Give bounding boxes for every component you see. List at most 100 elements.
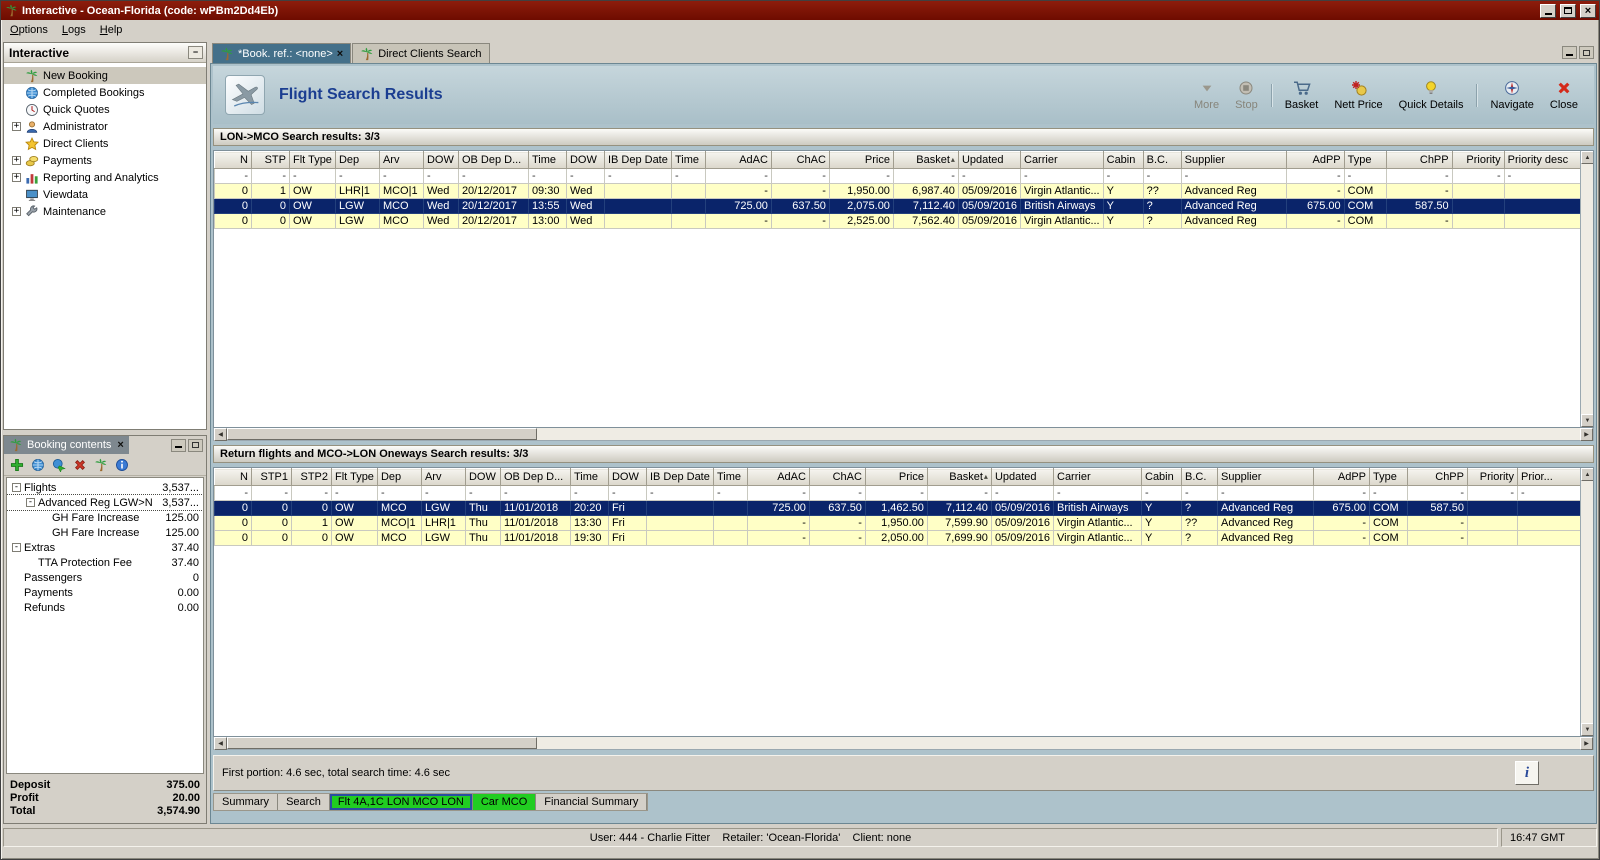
bottom-tab-financial-summary[interactable]: Financial Summary (536, 794, 648, 810)
horizontal-scrollbar[interactable]: ◀ ▶ (213, 428, 1594, 441)
navigate-button[interactable]: Navigate (1482, 78, 1541, 113)
column-header-type[interactable]: Type (1343, 151, 1387, 169)
column-header-n[interactable]: N (214, 151, 252, 169)
column-header-cabin[interactable]: Cabin (1102, 151, 1144, 169)
column-header-time[interactable]: Time (527, 151, 567, 169)
scroll-up-icon[interactable]: ▲ (1581, 151, 1593, 164)
column-header-chac[interactable]: ChAC (770, 151, 830, 169)
column-header-ib-dep-date[interactable]: IB Dep Date (645, 468, 714, 486)
mdi-minimize-button[interactable] (1562, 46, 1577, 59)
info-button[interactable] (115, 458, 129, 472)
nett-price-button[interactable]: Nett Price (1326, 78, 1390, 113)
column-header-updated[interactable]: Updated (957, 151, 1022, 169)
column-header-stp[interactable]: STP (251, 151, 290, 169)
column-header-basket[interactable]: Basket▴ (926, 468, 992, 486)
close-panel-icon[interactable]: × (117, 439, 123, 451)
column-header-stp1[interactable]: STP1 (251, 468, 292, 486)
transfer-button[interactable] (52, 458, 66, 472)
menu-logs[interactable]: Logs (55, 22, 93, 38)
scroll-left-icon[interactable]: ◀ (214, 737, 227, 750)
scroll-right-icon[interactable]: ▶ (1580, 737, 1593, 750)
column-header-dow[interactable]: DOW (607, 468, 647, 486)
column-header-priority-desc[interactable]: Priority desc (1503, 151, 1593, 169)
booking-tree-item-tta-protection-fee[interactable]: TTA Protection Fee 37.40 (7, 555, 203, 570)
vertical-scrollbar[interactable]: ▲ ▼ (1580, 468, 1593, 736)
result-row[interactable]: 0 1 OW LHR|1 MCO|1 Wed 20/12/2017 09:30 Wed - -1,9… (214, 183, 1593, 199)
column-header-carrier[interactable]: Carrier (1053, 468, 1142, 486)
expand-icon[interactable]: + (12, 173, 21, 182)
scroll-down-icon[interactable]: ▼ (1581, 723, 1593, 736)
sidebar-item-quick-quotes[interactable]: Quick Quotes (4, 101, 206, 118)
collapse-icon[interactable]: - (12, 543, 21, 552)
sidebar-item-reporting-and-analytics[interactable]: + Reporting and Analytics (4, 169, 206, 186)
sidebar-item-administrator[interactable]: + Administrator (4, 118, 206, 135)
column-header-time[interactable]: Time (670, 151, 706, 169)
column-header-dow[interactable]: DOW (422, 151, 459, 169)
result-row[interactable]: 0 0 0 OW MCO LGW Thu 11/01/2018 20:20 Fri 725.00 63… (214, 500, 1588, 516)
column-header-cabin[interactable]: Cabin (1141, 468, 1182, 486)
booking-tree-item-flights[interactable]: - Flights 3,537... (7, 480, 203, 495)
column-header-time[interactable]: Time (569, 468, 609, 486)
column-header-dow[interactable]: DOW (464, 468, 501, 486)
result-row[interactable]: 0 0 OW LGW MCO Wed 20/12/2017 13:00 Wed - -2,525.0… (214, 213, 1593, 229)
column-header-prior[interactable]: Prior... (1517, 468, 1588, 486)
column-header-priority[interactable]: Priority (1467, 468, 1518, 486)
column-header-chpp[interactable]: ChPP (1385, 151, 1453, 169)
close-button[interactable]: × (1580, 3, 1596, 18)
column-header-ob-dep-d[interactable]: OB Dep D... (457, 151, 529, 169)
scrollbar-thumb[interactable] (227, 737, 537, 749)
bottom-tab-flt-4a-1c-lon-mco-lon[interactable]: Flt 4A,1C LON MCO LON (329, 794, 473, 810)
column-header-supplier[interactable]: Supplier (1217, 468, 1314, 486)
sidebar-item-viewdata[interactable]: Viewdata (4, 186, 206, 203)
column-header-price[interactable]: Price (828, 151, 894, 169)
booking-tree-item-refunds[interactable]: Refunds 0.00 (7, 600, 203, 615)
result-row[interactable]: 0 0 1 OW MCO|1 LHR|1 Thu 11/01/2018 13:30 Fri - -1,… (214, 515, 1588, 531)
column-header-priority[interactable]: Priority (1451, 151, 1505, 169)
column-header-time[interactable]: Time (712, 468, 748, 486)
column-header-price[interactable]: Price (864, 468, 928, 486)
column-header-updated[interactable]: Updated (990, 468, 1055, 486)
column-header-arv[interactable]: Arv (378, 151, 424, 169)
expand-icon[interactable]: + (12, 207, 21, 216)
column-header-adpp[interactable]: AdPP (1285, 151, 1345, 169)
minimize-button[interactable] (1540, 3, 1556, 18)
basket-button[interactable]: Basket (1277, 78, 1327, 113)
column-header-supplier[interactable]: Supplier (1180, 151, 1287, 169)
sidebar-item-direct-clients[interactable]: Direct Clients (4, 135, 206, 152)
column-header-n[interactable]: N (214, 468, 252, 486)
column-header-flt-type[interactable]: Flt Type (331, 468, 378, 486)
vertical-scrollbar[interactable]: ▲ ▼ (1580, 151, 1593, 427)
sidebar-item-new-booking[interactable]: New Booking (4, 67, 206, 84)
booking-tree-item-advanced-reg-lgw-n[interactable]: - Advanced Reg LGW>N 3,537... (7, 494, 203, 511)
column-header-ob-dep-d[interactable]: OB Dep D... (499, 468, 571, 486)
column-header-arv[interactable]: Arv (420, 468, 466, 486)
column-header-dow[interactable]: DOW (565, 151, 605, 169)
filter-row[interactable]: ------------------------- (214, 168, 1593, 184)
panel-minimize-button[interactable] (171, 438, 186, 452)
column-header-dep[interactable]: Dep (376, 468, 422, 486)
sidebar-item-maintenance[interactable]: + Maintenance (4, 203, 206, 220)
expand-icon[interactable]: + (12, 122, 21, 131)
panel-float-button[interactable] (188, 438, 203, 452)
scrollbar-thumb[interactable] (227, 428, 537, 440)
column-header-chac[interactable]: ChAC (808, 468, 866, 486)
booking-tree-item-extras[interactable]: - Extras 37.40 (7, 540, 203, 555)
bottom-tab-car-mco[interactable]: Car MCO (472, 794, 537, 810)
column-header-b-c[interactable]: B.C. (1142, 151, 1182, 169)
expand-icon[interactable]: + (12, 156, 21, 165)
collapse-icon[interactable]: - (26, 498, 35, 507)
globe-button[interactable] (31, 458, 45, 472)
column-header-stp2[interactable]: STP2 (291, 468, 332, 486)
scroll-down-icon[interactable]: ▼ (1581, 414, 1593, 427)
palm-tree-button[interactable] (94, 458, 108, 472)
menu-options[interactable]: Options (3, 22, 55, 38)
tab-book-ref-none[interactable]: *Book. ref.: <none> × (212, 43, 352, 63)
bottom-tab-summary[interactable]: Summary (214, 794, 279, 810)
sidebar-item-payments[interactable]: + Payments (4, 152, 206, 169)
column-header-adpp[interactable]: AdPP (1313, 468, 1370, 486)
mdi-restore-button[interactable] (1579, 46, 1594, 59)
column-header-flt-type[interactable]: Flt Type (289, 151, 336, 169)
delete-button[interactable] (73, 458, 87, 472)
add-button[interactable] (10, 458, 24, 472)
column-header-adac[interactable]: AdAC (746, 468, 810, 486)
